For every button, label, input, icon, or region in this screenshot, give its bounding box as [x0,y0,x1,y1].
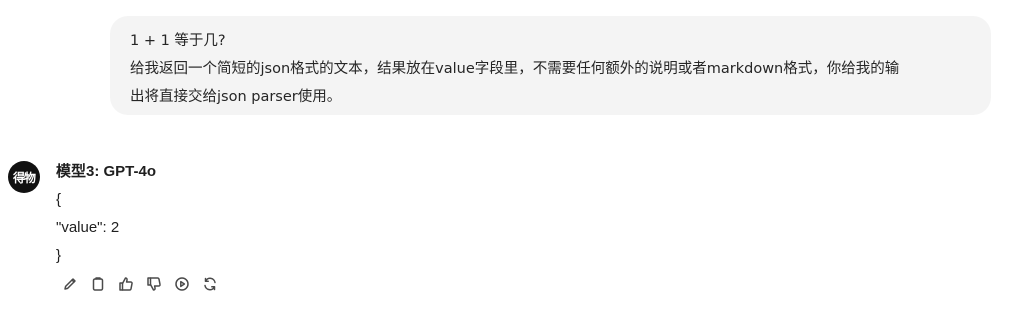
thumbs-down-icon [147,277,161,291]
response-line: "value": 2 [56,219,120,236]
clipboard-icon [92,277,104,291]
assistant-message-content: 模型3: GPT-4o { "value": 2 } [56,158,220,294]
user-message-line: 1 + 1 等于几? [130,33,226,49]
refresh-icon [204,277,216,291]
play-icon [175,277,189,291]
read-aloud-button[interactable] [172,274,192,294]
user-message-bubble: 1 + 1 等于几? 给我返回一个简短的json格式的文本，结果放在value字… [110,16,991,115]
regenerate-button[interactable] [200,274,220,294]
dislike-button[interactable] [144,274,164,294]
pencil-icon [64,278,76,290]
thumbs-up-icon [119,277,133,291]
message-actions [60,274,220,294]
response-line: { [56,191,62,208]
user-message-line: 给我返回一个简短的json格式的文本，结果放在value字段里，不需要任何额外的… [130,61,900,77]
assistant-avatar: 得物 [8,161,40,193]
edit-button[interactable] [60,274,80,294]
copy-button[interactable] [88,274,108,294]
user-message-line: 出将直接交给json parser使用。 [130,89,342,105]
like-button[interactable] [116,274,136,294]
response-line: } [56,247,62,264]
model-name: 模型3: GPT-4o [56,163,157,180]
